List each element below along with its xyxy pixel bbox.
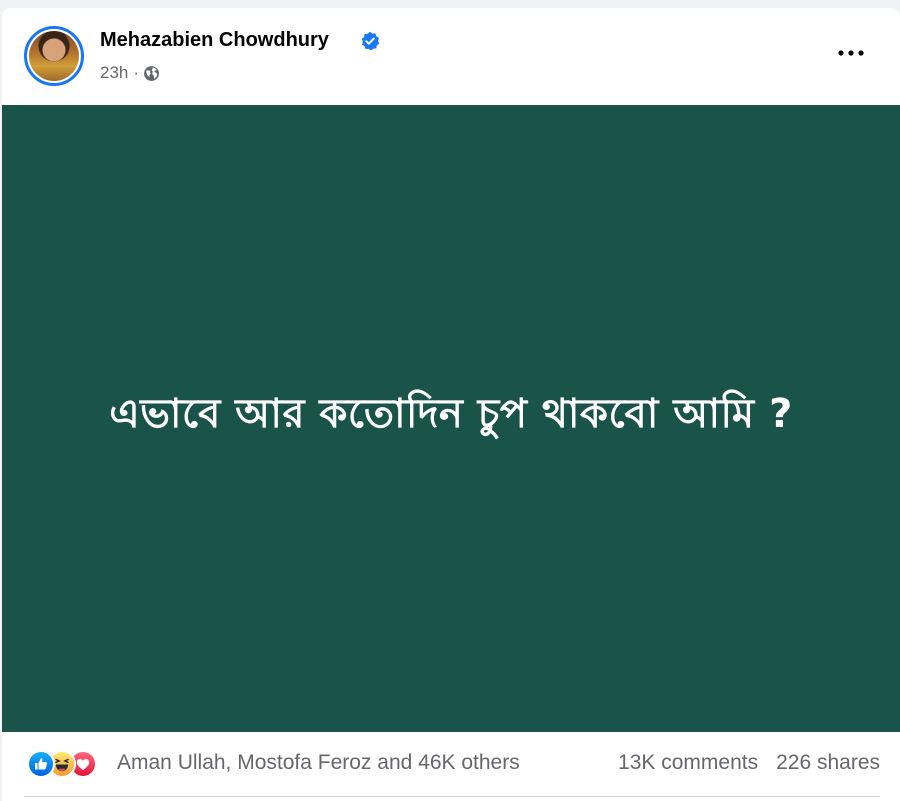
- post-time[interactable]: 23h: [100, 63, 128, 83]
- shares-count[interactable]: 226 shares: [776, 751, 880, 775]
- reaction-icons[interactable]: [27, 750, 97, 778]
- engagement-counts: 13K comments 226 shares: [618, 751, 880, 775]
- footer-divider: [24, 796, 880, 797]
- globe-icon[interactable]: [143, 65, 160, 82]
- post-card: Mehazabien Chowdhury 23h · এভাবে আর কতোদ…: [2, 8, 900, 801]
- meta-separator: ·: [133, 63, 140, 82]
- post-background[interactable]: এভাবে আর কতোদিন চুপ থাকবো আমি ?: [2, 105, 900, 732]
- post-footer: Aman Ullah, Mostofa Feroz and 46K others…: [2, 732, 900, 801]
- post-text: এভাবে আর কতোদিন চুপ থাকবো আমি ?: [109, 391, 793, 437]
- more-options-button[interactable]: [836, 44, 866, 62]
- comments-count[interactable]: 13K comments: [618, 751, 758, 775]
- avatar[interactable]: [24, 26, 84, 86]
- author-name[interactable]: Mehazabien Chowdhury: [100, 29, 329, 52]
- verified-badge-icon: [361, 31, 380, 51]
- post-meta: 23h ·: [100, 63, 160, 83]
- more-options-icon: [838, 50, 864, 56]
- post-header: Mehazabien Chowdhury 23h ·: [2, 8, 900, 105]
- like-icon: [27, 750, 55, 778]
- reaction-summary[interactable]: Aman Ullah, Mostofa Feroz and 46K others: [117, 751, 520, 775]
- avatar-image: [29, 31, 79, 81]
